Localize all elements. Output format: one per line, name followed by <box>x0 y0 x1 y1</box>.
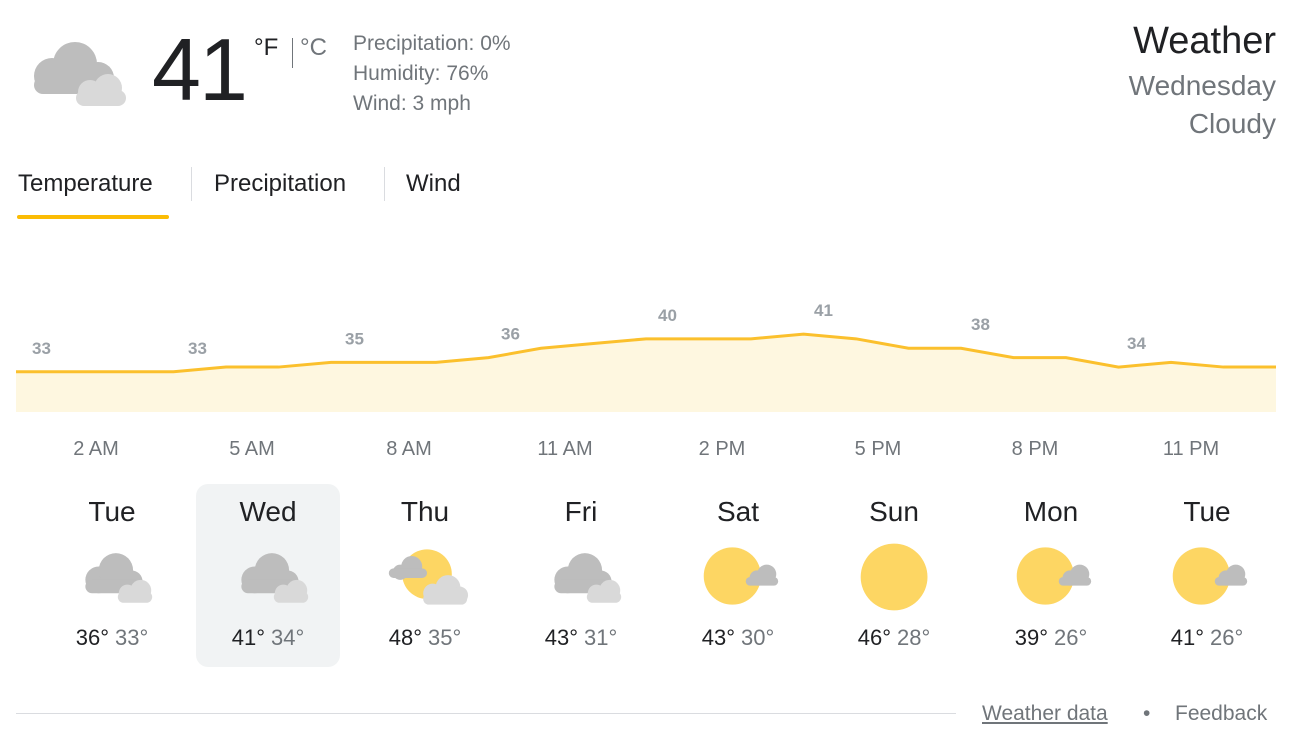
day-card-fri[interactable]: Fri 43° 31° <box>509 484 653 667</box>
hourly-temperature-chart: 33 33 35 36 40 41 38 34 <box>16 301 1276 412</box>
day-temperatures: 43° 30° <box>666 625 810 651</box>
temperature-data-label: 34 <box>1127 334 1146 353</box>
temperature-data-label: 41 <box>814 301 833 320</box>
day-name: Tue <box>88 496 136 527</box>
day-temperatures: 48° 35° <box>353 625 497 651</box>
hour-label: 8 AM <box>386 438 432 460</box>
sunny-icon <box>860 543 928 611</box>
day-card-sat[interactable]: Sat 43° 30° <box>666 484 810 667</box>
high-temperature: 41° <box>1170 625 1204 650</box>
tab-precipitation[interactable]: Precipitation <box>214 170 346 198</box>
day-temperatures: 41° 26° <box>1135 625 1279 651</box>
day-name: Wed <box>239 496 297 527</box>
cloudy-icon <box>85 553 153 603</box>
current-condition: Cloudy <box>1188 108 1276 139</box>
day-card-thu[interactable]: Thu 48° 35° <box>353 484 497 667</box>
day-temperatures: 46° 28° <box>822 625 966 651</box>
tab-divider <box>384 167 385 201</box>
day-name: Mon <box>1023 496 1079 527</box>
low-temperature: 30° <box>741 625 775 650</box>
hour-label: 2 PM <box>698 438 746 460</box>
precipitation-detail: Precipitation: 0% <box>353 32 511 55</box>
feedback-link[interactable]: Feedback <box>1175 702 1267 726</box>
low-temperature: 33° <box>115 625 149 650</box>
day-name: Fri <box>564 496 598 527</box>
low-temperature: 31° <box>584 625 618 650</box>
low-temperature: 26° <box>1210 625 1244 650</box>
tab-wind[interactable]: Wind <box>406 170 461 198</box>
day-card-tue[interactable]: Tue 41° 26° <box>1135 484 1279 667</box>
day-card-tue[interactable]: Tue 36° 33° <box>40 484 184 667</box>
day-name: Sat <box>716 496 760 527</box>
cloudy-icon <box>34 42 126 106</box>
low-temperature: 28° <box>897 625 931 650</box>
temperature-data-label: 33 <box>188 339 207 358</box>
hour-label: 5 AM <box>229 438 275 460</box>
unit-fahrenheit-toggle[interactable]: °F <box>254 34 278 62</box>
high-temperature: 43° <box>544 625 578 650</box>
footer-divider <box>16 713 956 714</box>
mostly-sunny-icon <box>1016 547 1092 605</box>
day-temperatures: 39° 26° <box>979 625 1123 651</box>
mostly-sunny-icon <box>703 547 779 605</box>
partly-cloudy-icon <box>388 549 469 605</box>
footer-separator: • <box>1143 702 1151 725</box>
day-name: Thu <box>400 496 450 527</box>
temperature-data-label: 36 <box>501 325 520 344</box>
high-temperature: 36° <box>75 625 109 650</box>
wind-detail: Wind: 3 mph <box>353 92 471 115</box>
high-temperature: 46° <box>857 625 891 650</box>
weather-data-link[interactable]: Weather data <box>982 702 1108 726</box>
hour-label: 2 AM <box>73 438 119 460</box>
tab-divider <box>191 167 192 201</box>
current-temperature: 41 <box>152 20 248 119</box>
hour-label: 11 PM <box>1162 438 1220 460</box>
hour-label: 8 PM <box>1011 438 1059 460</box>
day-card-mon[interactable]: Mon 39° 26° <box>979 484 1123 667</box>
active-tab-indicator <box>17 215 169 219</box>
day-temperatures: 43° 31° <box>509 625 653 651</box>
humidity-detail: Humidity: 76% <box>353 62 489 85</box>
temperature-data-label: 33 <box>32 339 51 358</box>
tab-temperature[interactable]: Temperature <box>18 170 153 198</box>
high-temperature: 41° <box>231 625 265 650</box>
day-temperatures: 41° 34° <box>196 625 340 651</box>
day-card-wed[interactable]: Wed 41° 34° <box>196 484 340 667</box>
mostly-sunny-icon <box>1172 547 1248 605</box>
hour-label: 5 PM <box>854 438 902 460</box>
low-temperature: 34° <box>271 625 305 650</box>
day-name: Tue <box>1183 496 1231 527</box>
unit-divider <box>292 38 293 68</box>
cloudy-icon <box>241 553 309 603</box>
high-temperature: 43° <box>701 625 735 650</box>
weather-title: Weather <box>1133 20 1276 62</box>
temperature-data-label: 38 <box>971 315 990 334</box>
temperature-data-label: 35 <box>345 329 364 348</box>
hour-label: 11 AM <box>537 438 593 460</box>
day-card-sun[interactable]: Sun 46° 28° <box>822 484 966 667</box>
temperature-data-label: 40 <box>658 306 677 325</box>
high-temperature: 39° <box>1014 625 1048 650</box>
day-temperatures: 36° 33° <box>40 625 184 651</box>
current-day: Wednesday <box>1128 70 1276 101</box>
low-temperature: 26° <box>1054 625 1088 650</box>
high-temperature: 48° <box>388 625 422 650</box>
cloudy-icon <box>554 553 622 603</box>
unit-celsius-toggle[interactable]: °C <box>300 34 327 62</box>
day-name: Sun <box>869 496 919 527</box>
low-temperature: 35° <box>428 625 462 650</box>
